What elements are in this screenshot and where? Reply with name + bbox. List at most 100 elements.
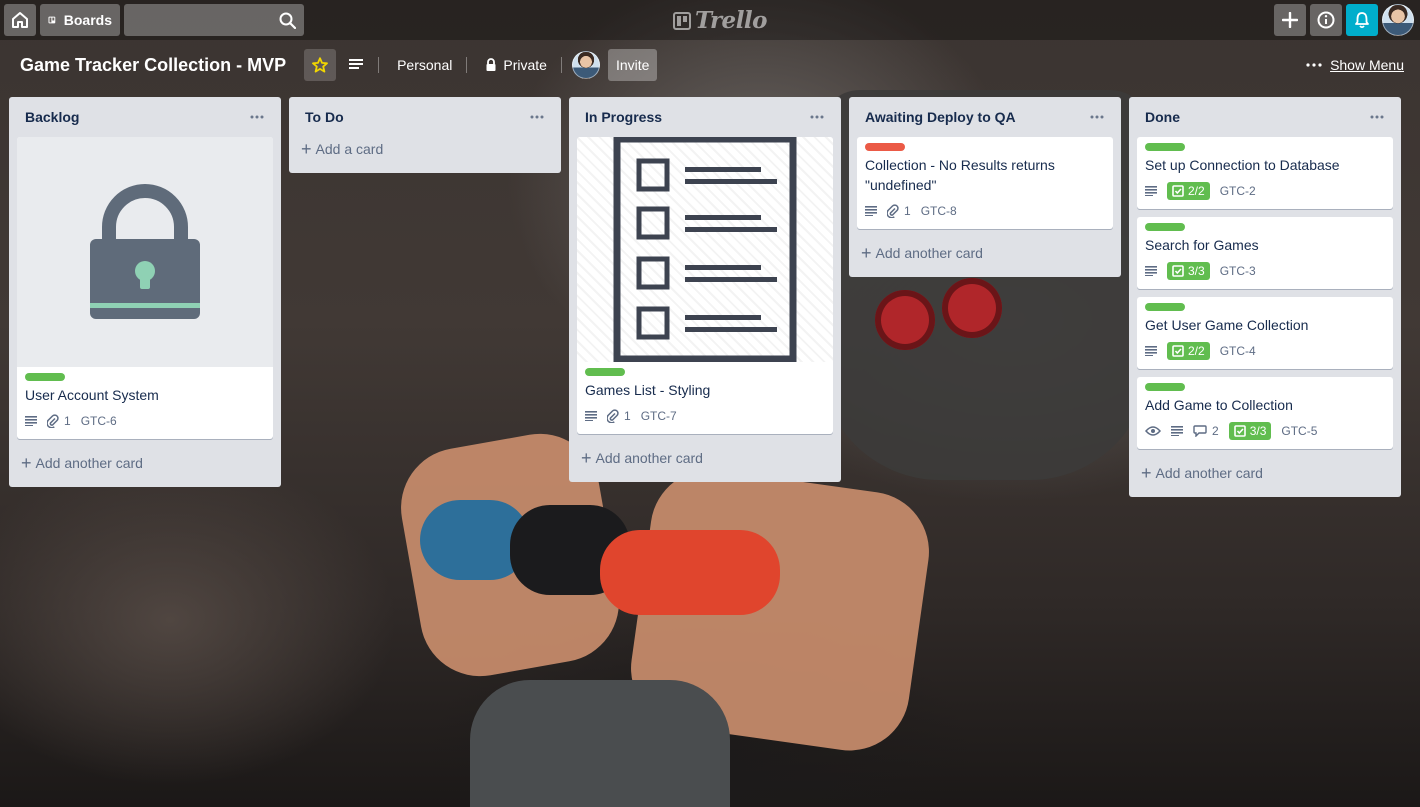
list-done: Done Set up Connection to Database 2/2 G… [1129,97,1401,497]
description-badge [1145,266,1157,276]
checkbox-icon [1172,185,1184,197]
card-collection-no-results[interactable]: Collection - No Results returns "undefin… [857,137,1113,229]
lock-icon [90,184,200,319]
card-search-for-games[interactable]: Search for Games 3/3 GTC-3 [1137,217,1393,289]
top-header: Boards Trello [0,0,1420,40]
card-user-account-system[interactable]: User Account System 1 GTC-6 [17,137,273,439]
card-key: GTC-2 [1219,184,1256,198]
checklist-document-icon [613,137,797,362]
card-set-up-connection[interactable]: Set up Connection to Database 2/2 GTC-2 [1137,137,1393,209]
create-button[interactable] [1274,4,1306,36]
description-badge [1171,426,1183,436]
star-button[interactable] [304,49,337,81]
boards-icon [48,16,56,24]
comments-badge: 2 [1193,424,1219,438]
description-icon [865,206,877,216]
card-label-green[interactable] [25,373,65,381]
watching-badge [1145,426,1161,436]
home-button[interactable] [4,4,36,36]
attachment-badge: 1 [607,409,631,423]
board-menu-button[interactable] [340,49,372,81]
card-label-green[interactable] [1145,303,1185,311]
add-card-label: Add a card [315,141,384,157]
board-member-avatar[interactable] [571,51,600,79]
invite-label: Invite [615,57,650,73]
list-menu-icon[interactable] [1085,105,1109,129]
header-divider [378,57,380,73]
add-card-button[interactable]: + Add another card [1137,457,1393,489]
add-card-button[interactable]: + Add a card [297,133,553,165]
card-add-game-to-collection[interactable]: Add Game to Collection 2 3/3 GTC-5 [1137,377,1393,449]
description-badge [865,206,877,216]
card-cover [17,137,273,367]
plus-icon: + [1141,463,1152,483]
card-title: User Account System [25,387,159,403]
card-title: Search for Games [1145,237,1259,253]
logo-text: Trello [695,7,768,34]
add-card-button[interactable]: + Add another card [577,442,833,474]
member-avatar[interactable] [1382,4,1414,36]
checklist-count: 3/3 [1249,424,1267,438]
card-label-green[interactable] [585,368,625,376]
add-card-button[interactable]: + Add another card [17,447,273,479]
list-in-progress: In Progress Games List - Styling 1 GTC-7… [569,97,841,482]
card-label-green[interactable] [1145,383,1185,391]
card-key: GTC-7 [640,409,677,423]
notifications-button[interactable] [1346,4,1378,36]
description-badge [25,416,37,426]
card-title: Get User Game Collection [1145,317,1309,333]
card-key: GTC-5 [1281,424,1318,438]
info-button[interactable] [1310,4,1342,36]
add-card-button[interactable]: + Add another card [857,237,1113,269]
trello-logo[interactable]: Trello [673,7,768,34]
paperclip-icon [607,409,619,423]
list-title[interactable]: Awaiting Deploy to QA [865,109,1016,125]
star-icon [312,57,328,73]
plus-icon: + [301,139,312,159]
list-title[interactable]: Backlog [25,109,79,125]
team-button[interactable]: Personal [389,49,460,81]
description-icon [1171,426,1183,436]
card-title: Games List - Styling [585,382,711,398]
checklist-count: 2/2 [1188,344,1205,358]
list-title[interactable]: Done [1145,109,1180,125]
plus-icon: + [861,243,872,263]
board-title[interactable]: Game Tracker Collection - MVP [10,49,296,81]
list-menu-icon[interactable] [1365,105,1389,129]
card-get-user-game-collection[interactable]: Get User Game Collection 2/2 GTC-4 [1137,297,1393,369]
attachment-count: 1 [64,414,71,428]
list-menu-icon[interactable] [525,105,549,129]
show-menu-label: Show Menu [1330,57,1404,73]
boards-label: Boards [63,12,112,28]
plus-icon: + [21,453,32,473]
checklist-badge: 2/2 [1167,182,1210,200]
card-key: GTC-3 [1219,264,1256,278]
list-title[interactable]: In Progress [585,109,662,125]
invite-button[interactable]: Invite [607,49,658,81]
info-icon [1317,11,1335,29]
description-icon [1145,266,1157,276]
visibility-button[interactable]: Private [477,49,555,81]
card-label-red[interactable] [865,143,905,151]
list-backlog: Backlog User Account System 1 GTC-6 + Ad… [9,97,281,487]
attachment-count: 1 [904,204,911,218]
card-label-green[interactable] [1145,143,1185,151]
team-label: Personal [397,57,453,73]
list-menu-icon[interactable] [805,105,829,129]
add-card-label: Add another card [595,450,703,466]
list-to-do: To Do + Add a card [289,97,561,173]
attachment-badge: 1 [47,414,71,428]
boards-button[interactable]: Boards [40,4,120,36]
card-games-list-styling[interactable]: Games List - Styling 1 GTC-7 [577,137,833,434]
paperclip-icon [47,414,59,428]
show-menu-button[interactable]: Show Menu [1306,52,1404,78]
comment-count: 2 [1212,424,1219,438]
card-title: Add Game to Collection [1145,397,1293,413]
card-label-green[interactable] [1145,223,1185,231]
list-menu-icon[interactable] [245,105,269,129]
search-icon[interactable] [279,12,296,29]
search-input[interactable] [124,4,304,36]
list-title[interactable]: To Do [305,109,344,125]
description-icon [25,416,37,426]
description-icon [1145,346,1157,356]
